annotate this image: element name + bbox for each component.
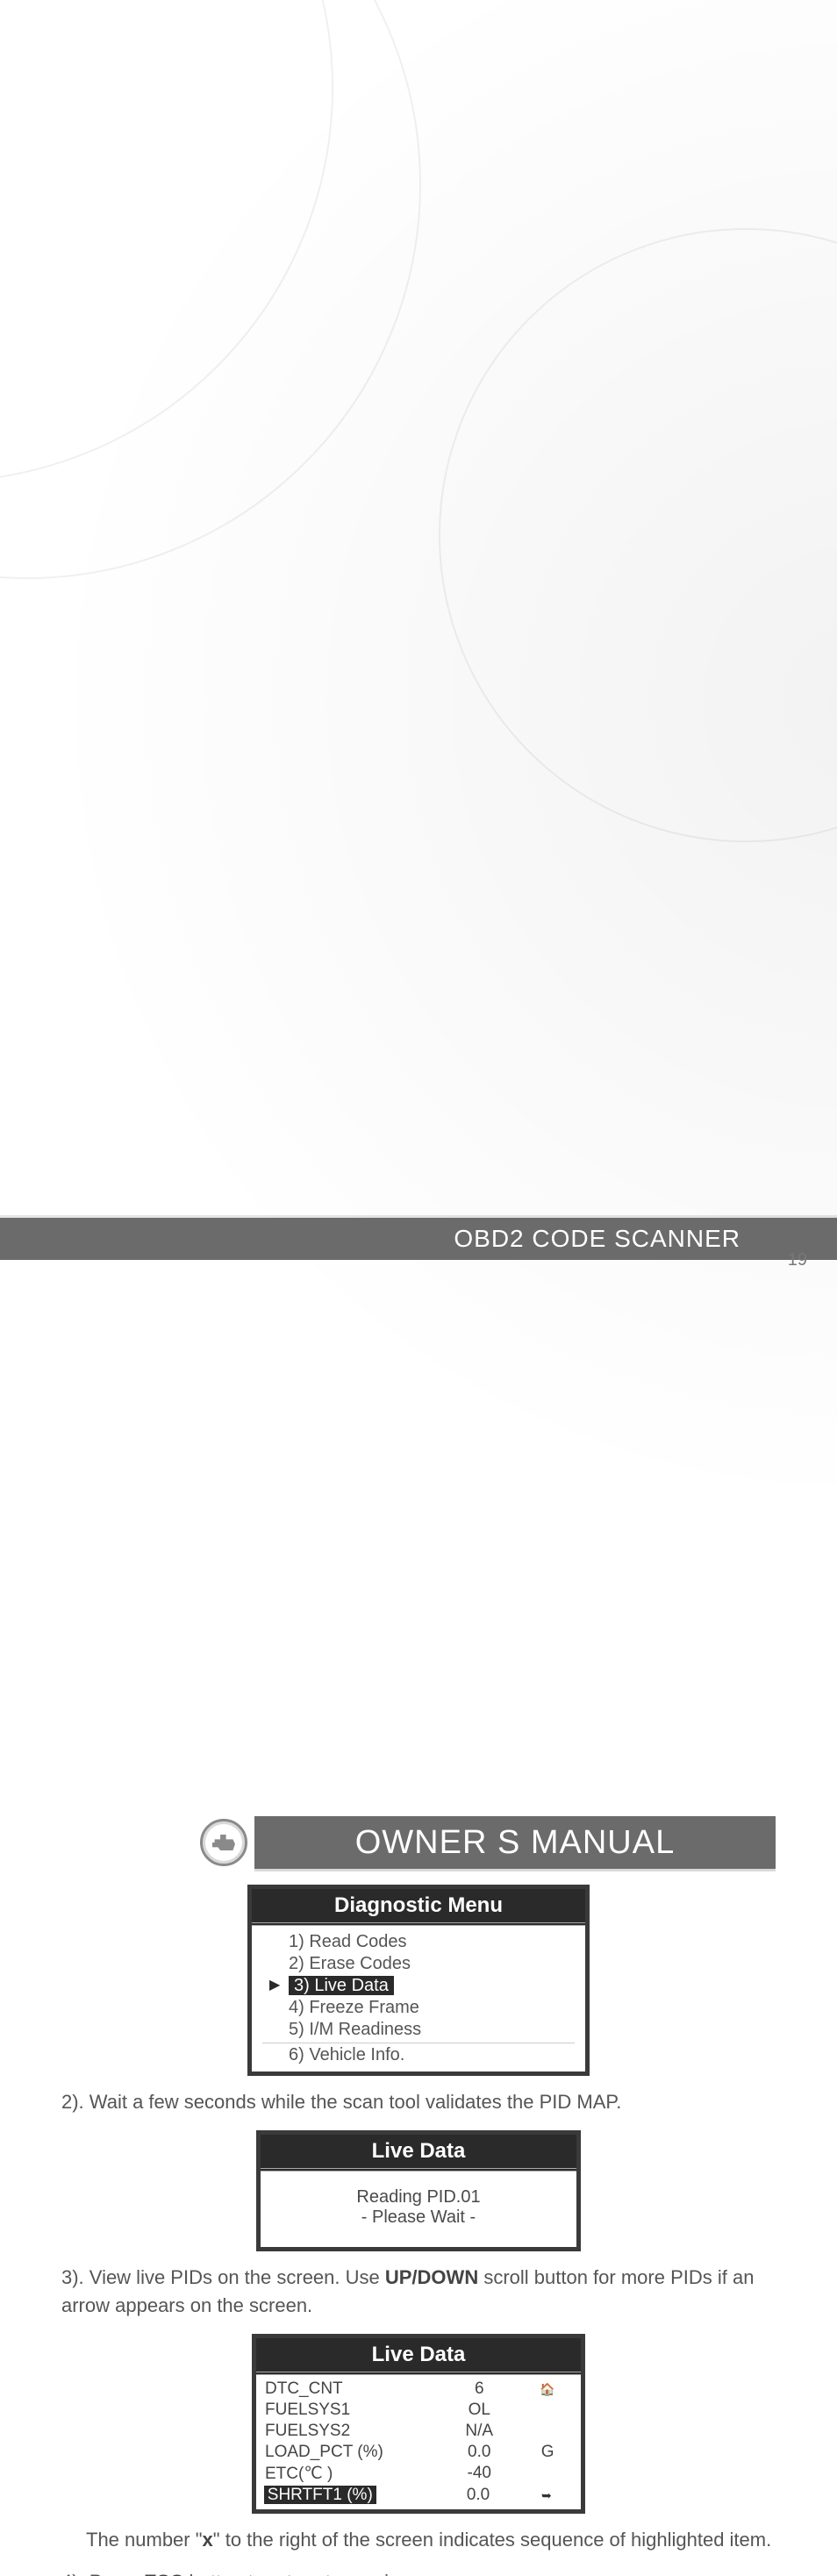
menu-item: 1) Read Codes — [262, 1931, 575, 1953]
header-bar: OWNER S MANUAL — [254, 1816, 776, 1869]
down-arrow-icon — [541, 2486, 552, 2504]
step-3-text: 3). View live PIDs on the screen. Use UP… — [61, 2264, 776, 2320]
menu-item: 4) Freeze Frame — [262, 1997, 575, 2019]
home-icon — [540, 2379, 554, 2398]
live-row: FUELSYS2 N/A — [265, 2421, 576, 2442]
menu-item: 2) Erase Codes — [262, 1953, 575, 1975]
live-row: ETC(℃ ) -40 — [265, 2463, 576, 2485]
engine-icon — [200, 1819, 247, 1866]
footer-title: OBD2 CODE SCANNER — [454, 1225, 740, 1253]
please-wait-text: - Please Wait - — [261, 2207, 576, 2228]
menu-item-selected: 3) Live Data — [262, 1975, 575, 1997]
step-2-text: 2). Wait a few seconds while the scan to… — [61, 2088, 776, 2116]
diagnostic-menu-box-1: Diagnostic Menu 1) Read Codes 2) Erase C… — [247, 1885, 590, 2076]
step-4-text: 4). Press ESC button to return to previo… — [61, 2568, 776, 2576]
indent-x-text: The number "x" to the right of the scree… — [61, 2526, 776, 2554]
live-row: DTC_CNT 6 — [265, 2379, 576, 2400]
live-row-selected: SHRTFT1 (%) 0.0 — [265, 2485, 576, 2506]
menu-item: 5) I/M Readiness — [262, 2019, 575, 2041]
menu-item: 6) Vehicle Info. — [262, 2043, 575, 2066]
live-row: LOAD_PCT (%) 0.0 G — [265, 2442, 576, 2463]
live-data-grid-title: Live Data — [256, 2338, 581, 2375]
live-data-title: Live Data — [261, 2135, 576, 2172]
live-data-wait-box: Live Data Reading PID.01 - Please Wait - — [256, 2130, 581, 2251]
live-data-grid-box: Live Data DTC_CNT 6 FUELSYS1 OL FUELSYS2… — [252, 2334, 585, 2514]
live-row: FUELSYS1 OL — [265, 2400, 576, 2421]
page-number: 19 — [788, 1250, 807, 1270]
footer-bar: OBD2 CODE SCANNER — [0, 1218, 837, 1260]
diagnostic-menu-title: Diagnostic Menu — [252, 1889, 585, 1926]
reading-pid-text: Reading PID.01 — [261, 2187, 576, 2207]
header-title: OWNER S MANUAL — [355, 1824, 675, 1862]
